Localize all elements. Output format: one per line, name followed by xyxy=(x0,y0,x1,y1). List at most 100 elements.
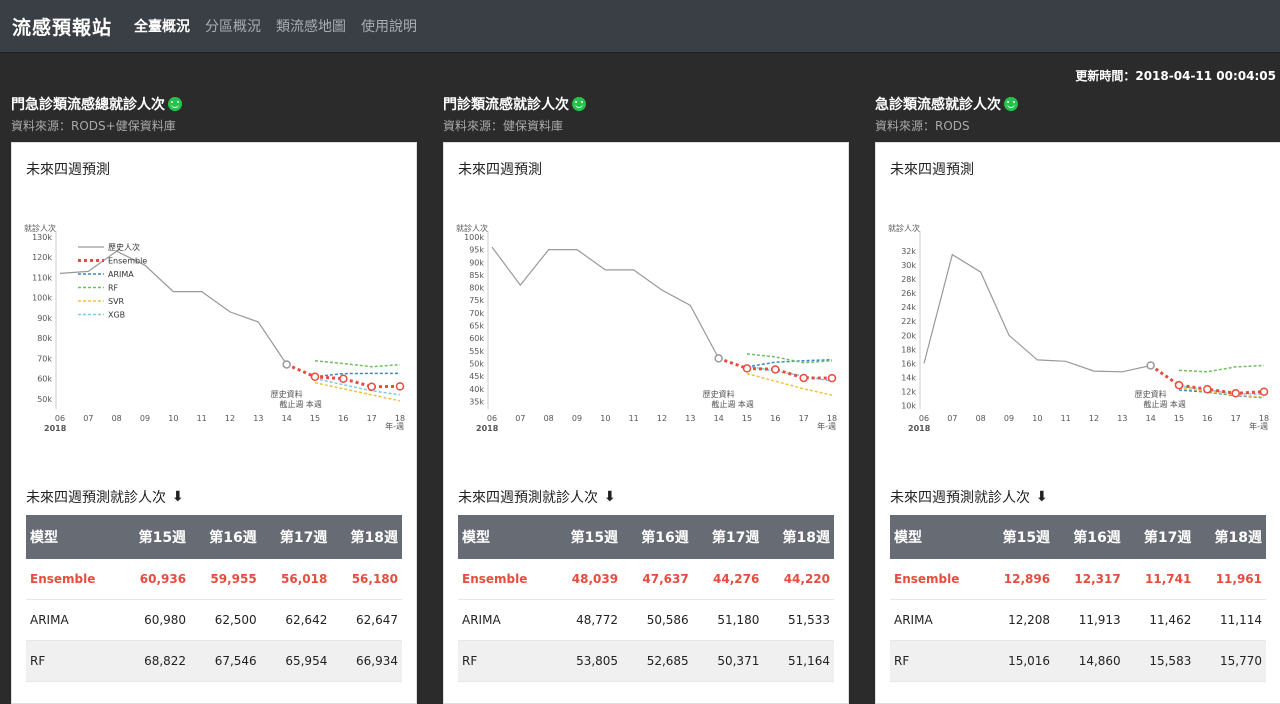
col-header-2[interactable]: 第16週 xyxy=(1054,515,1125,559)
y-tick-label: 100k xyxy=(32,294,52,303)
table-row: RF 53,805 52,685 50,371 51,164 xyxy=(458,640,834,682)
y-tick-label: 50k xyxy=(37,395,52,404)
legend-label: 歷史人次 xyxy=(108,242,140,252)
nav-item-overview[interactable]: 全臺概況 xyxy=(134,16,190,36)
forecast-value: 11,961 xyxy=(1195,559,1266,600)
y-tick-label: 60k xyxy=(37,375,52,384)
x-axis-unit: 年-週 xyxy=(817,421,836,431)
x-tick-label: 17 xyxy=(1231,414,1241,423)
col-header-4[interactable]: 第18週 xyxy=(763,515,834,559)
forecast-value: 50,371 xyxy=(692,640,764,682)
panel-title: 急診類流感就診人次 xyxy=(875,94,1280,114)
y-tick-label: 55k xyxy=(469,347,484,356)
x-tick-label: 12 xyxy=(1089,414,1099,423)
model-name: RF xyxy=(890,640,984,682)
col-header-4[interactable]: 第18週 xyxy=(1195,515,1266,559)
current-week-label: 截止週 本週 xyxy=(279,399,322,409)
x-tick-label: 06 xyxy=(919,414,929,423)
col-header-2[interactable]: 第16週 xyxy=(190,515,261,559)
forecast-table: 模型 第15週 第16週 第17週 第18週 Ensemble 60,936 59,955 5… xyxy=(26,515,402,682)
col-header-1[interactable]: 第15週 xyxy=(551,515,623,559)
update-time: 更新時間：2018-04-11 00:04:05 xyxy=(1075,69,1276,83)
x-tick-label: 15 xyxy=(1174,414,1184,423)
ensemble-point xyxy=(799,373,808,383)
panel-title-text: 門診類流感就診人次 xyxy=(443,97,569,113)
col-header-3[interactable]: 第17週 xyxy=(692,515,764,559)
x-tick-label: 07 xyxy=(947,414,957,423)
y-tick-label: 95k xyxy=(469,246,484,255)
x-tick-label: 08 xyxy=(544,414,554,423)
col-header-0[interactable]: 模型 xyxy=(890,515,984,559)
forecast-value: 65,954 xyxy=(260,640,332,682)
smiley-icon xyxy=(572,97,586,111)
legend-label: ARIMA xyxy=(108,270,134,279)
col-header-1[interactable]: 第15週 xyxy=(119,515,191,559)
ensemble-point xyxy=(339,374,348,383)
y-tick-label: 90k xyxy=(469,258,484,267)
y-tick-label: 50k xyxy=(469,359,484,368)
forecast-value: 56,018 xyxy=(260,559,332,600)
forecast-value: 62,647 xyxy=(331,599,402,641)
forecast-value: 67,546 xyxy=(190,640,261,682)
y-tick-label: 16k xyxy=(901,359,916,368)
col-header-0[interactable]: 模型 xyxy=(458,515,552,559)
y-tick-label: 80k xyxy=(469,284,484,293)
forecast-value: 15,016 xyxy=(983,640,1055,682)
forecast-value: 51,164 xyxy=(763,640,834,682)
y-tick-label: 28k xyxy=(901,275,916,284)
y-tick-label: 18k xyxy=(901,345,916,354)
forecast-value: 47,637 xyxy=(622,559,693,600)
legend-label: XGB xyxy=(108,311,125,320)
forecast-value: 11,913 xyxy=(1054,599,1125,641)
ensemble-point xyxy=(310,372,320,382)
table-header-row: 模型 第15週 第16週 第17週 第18週 xyxy=(26,515,402,559)
series-svr xyxy=(1178,387,1265,398)
nav-item-map[interactable]: 類流感地圖 xyxy=(276,16,346,36)
y-tick-label: 14k xyxy=(901,373,916,382)
forecast-card: 未來四週預測 就診人次 10k 12k 14k 16k 18k 20k 22k 24k 26k 28… xyxy=(875,142,1280,704)
y-tick-label: 130k xyxy=(32,233,52,242)
forecast-value: 48,772 xyxy=(551,599,623,641)
forecast-heading: 未來四週預測 xyxy=(26,162,110,178)
download-icon[interactable]: ⬇ xyxy=(1036,489,1048,505)
nav-item-region[interactable]: 分區概況 xyxy=(205,16,261,36)
forecast-value: 66,934 xyxy=(331,640,402,682)
forecast-chart: 就診人次 35k 40k 45k 50k 55k 60k 65k 70k 75k 80k 85k 90k… xyxy=(452,223,842,443)
download-icon[interactable]: ⬇ xyxy=(172,489,184,505)
y-tick-label: 75k xyxy=(469,296,484,305)
y-axis-unit: 就診人次 xyxy=(888,223,920,233)
forecast-value: 60,936 xyxy=(119,559,191,600)
col-header-3[interactable]: 第17週 xyxy=(260,515,332,559)
table-row: ARIMA 60,980 62,500 62,642 62,647 xyxy=(26,599,402,641)
forecast-heading: 未來四週預測 xyxy=(458,162,542,178)
ensemble-point xyxy=(1259,387,1269,396)
col-header-3[interactable]: 第17週 xyxy=(1124,515,1196,559)
panel-source: 資料來源：健保資料庫 xyxy=(443,119,564,133)
col-header-1[interactable]: 第15週 xyxy=(983,515,1055,559)
y-tick-label: 45k xyxy=(469,372,484,381)
table-row: ARIMA 48,772 50,586 51,180 51,533 xyxy=(458,599,834,641)
x-axis-unit: 年-週 xyxy=(1249,421,1268,431)
nav-item-help[interactable]: 使用說明 xyxy=(361,16,417,36)
col-header-4[interactable]: 第18週 xyxy=(331,515,402,559)
x-tick-label: 10 xyxy=(168,414,178,423)
forecast-card: 未來四週預測 就診人次 35k 40k 45k 50k 55k 60k 65k 70k 75k 80… xyxy=(443,142,849,704)
panel-1: 門急診類流感總就診人次 資料來源：RODS+健保資料庫 未來四週預測 就診人次 5… xyxy=(11,94,417,704)
ensemble-point xyxy=(827,373,837,383)
forecast-value: 53,805 xyxy=(551,640,623,682)
y-tick-label: 110k xyxy=(32,273,52,282)
col-header-0[interactable]: 模型 xyxy=(26,515,120,559)
download-icon[interactable]: ⬇ xyxy=(604,489,616,505)
panel-title-text: 門急診類流感總就診人次 xyxy=(11,97,165,113)
model-name: RF xyxy=(26,640,120,682)
legend-label: RF xyxy=(108,284,119,293)
forecast-table: 模型 第15週 第16週 第17週 第18週 Ensemble 48,039 47,637 4… xyxy=(458,515,834,682)
y-tick-label: 22k xyxy=(901,317,916,326)
history-cutoff-label: 歷史資料 xyxy=(703,389,735,399)
col-header-2[interactable]: 第16週 xyxy=(622,515,693,559)
brand-logo[interactable]: 流感預報站 xyxy=(12,13,112,40)
table-heading-text: 未來四週預測就診人次 xyxy=(890,490,1030,506)
year-label: 2018 xyxy=(476,424,499,433)
table-heading-text: 未來四週預測就診人次 xyxy=(26,490,166,506)
y-tick-label: 20k xyxy=(901,331,916,340)
